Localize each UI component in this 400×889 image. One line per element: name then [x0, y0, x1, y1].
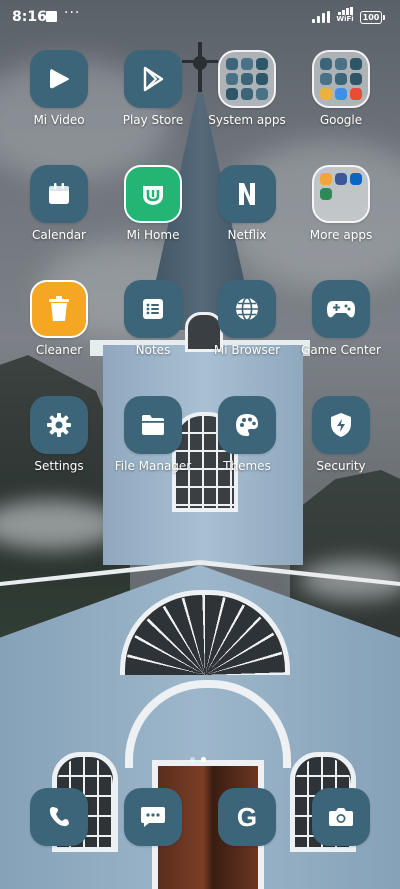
folder-icon [218, 50, 276, 108]
app-mi-browser[interactable]: Mi Browser [200, 280, 294, 358]
folder-open-icon [124, 396, 182, 454]
app-label: Mi Browser [213, 343, 281, 357]
app-label: Settings [34, 459, 84, 473]
app-label: Themes [223, 459, 271, 473]
app-netflix[interactable]: Netflix [200, 165, 294, 243]
play-icon [30, 50, 88, 108]
app-themes[interactable]: Themes [200, 396, 294, 474]
google-g-icon: G [218, 788, 276, 846]
app-label: Play Store [122, 113, 184, 127]
folder-icon [312, 165, 370, 223]
app-play-store[interactable]: Play Store [106, 50, 200, 128]
dock-phone[interactable] [12, 788, 106, 846]
notes-icon [124, 280, 182, 338]
app-label: Netflix [227, 228, 267, 242]
mi-home-icon [124, 165, 182, 223]
globe-icon [218, 280, 276, 338]
calendar-icon [30, 165, 88, 223]
play-store-icon [124, 50, 182, 108]
page-dot-current[interactable] [201, 757, 206, 762]
app-mi-home[interactable]: Mi Home [106, 165, 200, 243]
gamepad-icon [312, 280, 370, 338]
camera-icon [312, 788, 370, 846]
page-dot[interactable] [190, 757, 195, 762]
app-security[interactable]: Security [294, 396, 388, 474]
status-bar: 8:16 ··· WiFi 100 [0, 0, 400, 36]
app-mi-video[interactable]: Mi Video [12, 50, 106, 128]
message-icon [124, 788, 182, 846]
folder-google[interactable]: Google [294, 50, 388, 128]
page-indicator [190, 757, 206, 762]
trash-icon [30, 280, 88, 338]
app-file-manager[interactable]: File Manager [106, 396, 200, 474]
shield-icon [312, 396, 370, 454]
app-label: Game Center [301, 343, 381, 357]
app-label: Calendar [32, 228, 86, 242]
signal-icon [312, 11, 330, 23]
app-label: Cleaner [35, 343, 83, 357]
folder-system-apps[interactable]: System apps [200, 50, 294, 128]
app-notes[interactable]: Notes [106, 280, 200, 358]
app-settings[interactable]: Settings [12, 396, 106, 474]
app-game-center[interactable]: Game Center [294, 280, 388, 358]
dock-camera[interactable] [294, 788, 388, 846]
app-label: More apps [309, 228, 373, 242]
dock-messages[interactable] [106, 788, 200, 846]
wifi-icon: WiFi [336, 7, 354, 23]
folder-more-apps[interactable]: More apps [294, 165, 388, 243]
app-label: Google [319, 113, 363, 127]
app-label: Security [316, 459, 366, 473]
palette-icon [218, 396, 276, 454]
dock-google[interactable]: G [200, 788, 294, 846]
clock: 8:16 [12, 9, 47, 25]
app-calendar[interactable]: Calendar [12, 165, 106, 243]
app-label: Mi Video [33, 113, 85, 127]
app-label: System apps [208, 113, 286, 127]
app-cleaner[interactable]: Cleaner [12, 280, 106, 358]
netflix-icon [218, 165, 276, 223]
phone-icon [30, 788, 88, 846]
folder-icon [312, 50, 370, 108]
app-label: Mi Home [126, 228, 180, 242]
battery-icon: 100 [360, 11, 385, 24]
app-label: File Manager [114, 459, 192, 473]
gear-icon [30, 396, 88, 454]
app-label: Notes [135, 343, 171, 357]
notification-icon [46, 11, 57, 22]
more-notifications-icon: ··· [64, 5, 81, 21]
